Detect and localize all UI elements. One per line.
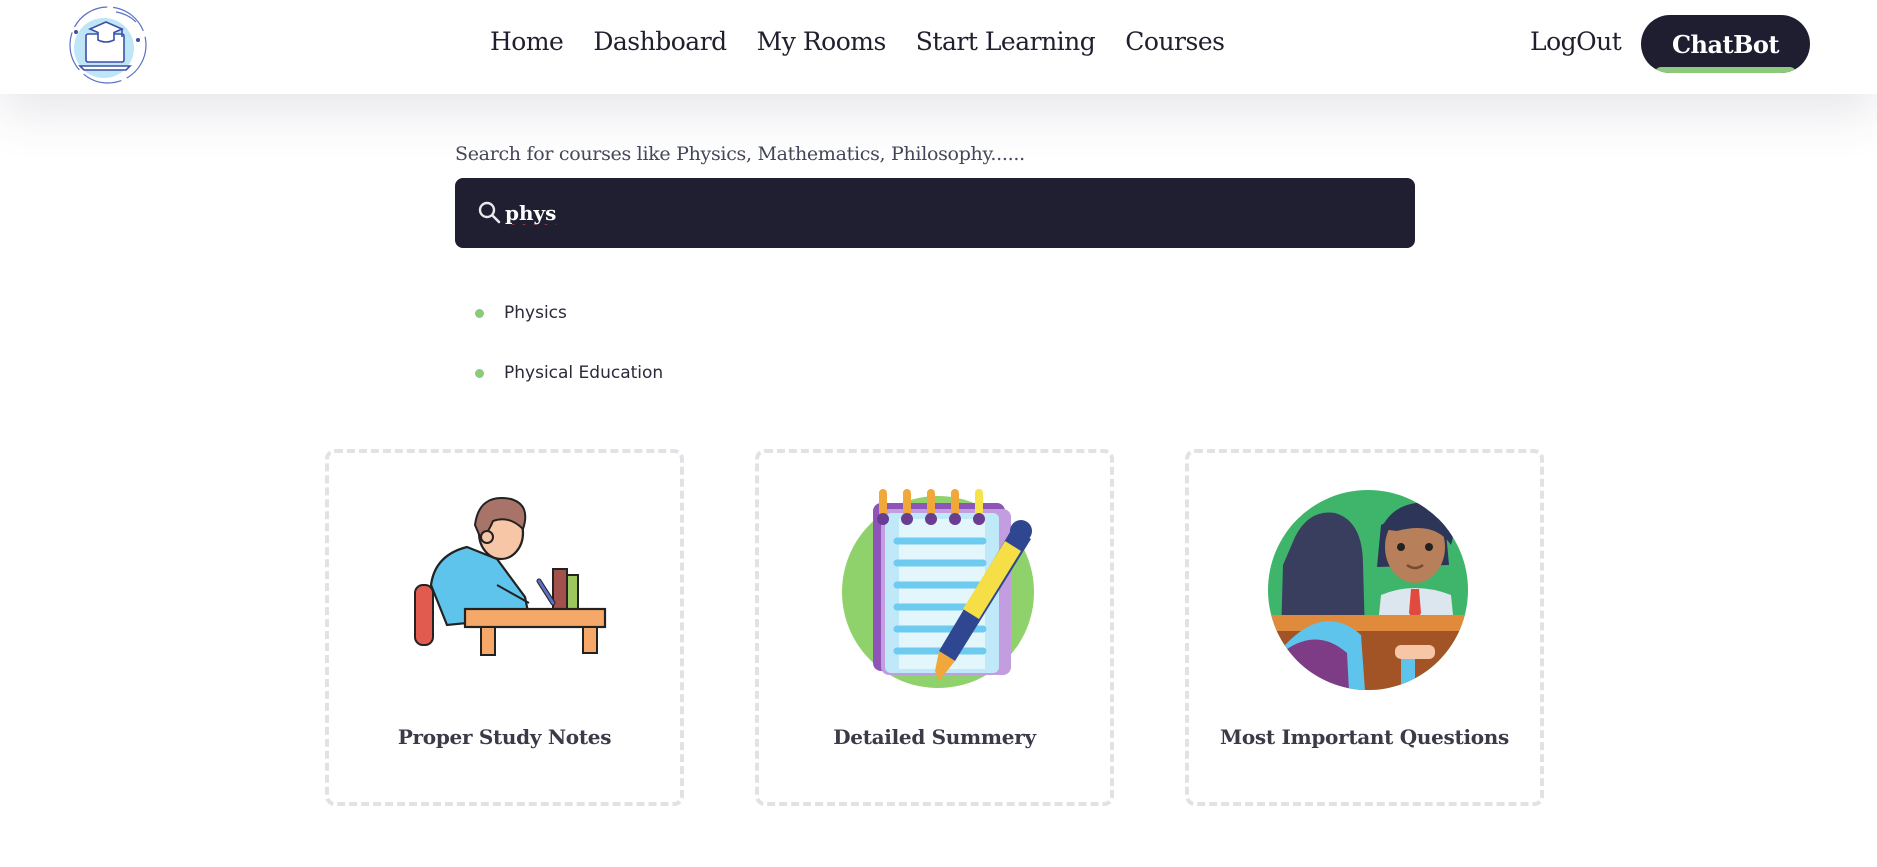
nav-home[interactable]: Home [490,27,564,56]
nav-start-learning[interactable]: Start Learning [916,27,1096,56]
bullet-icon [475,308,484,318]
search-input[interactable] [505,192,1385,234]
card-title: Proper Study Notes [397,725,612,749]
bullet-icon [475,368,484,378]
search-hint: Search for courses like Physics, Mathema… [455,143,1025,165]
feature-card-study-notes[interactable]: Proper Study Notes [325,449,684,806]
nav-dashboard[interactable]: Dashboard [593,27,727,56]
navbar: Home Dashboard My Rooms Start Learning C… [0,0,1877,94]
chatbot-button[interactable]: ChatBot [1641,15,1810,73]
card-title: Most Important Questions [1220,725,1509,749]
card-title: Detailed Summery [833,725,1036,749]
notebook-pen-icon [842,489,1034,688]
nav-courses[interactable]: Courses [1125,27,1225,56]
search-box[interactable] [455,178,1415,248]
feature-card-questions[interactable]: Most Important Questions [1185,449,1544,806]
suggestion-label: Physical Education [504,363,664,383]
nav-my-rooms[interactable]: My Rooms [757,27,887,56]
suggestion-item[interactable]: Physical Education [475,343,663,403]
logo-laptop-graduation-icon[interactable] [66,4,150,86]
search-suggestions: Physics Physical Education [475,283,663,403]
student-studying-icon [414,497,607,656]
suggestion-item[interactable]: Physics [475,283,663,343]
main-nav: Home Dashboard My Rooms Start Learning C… [490,27,1225,56]
logout-link[interactable]: LogOut [1530,27,1622,56]
feature-card-summary[interactable]: Detailed Summery [755,449,1114,806]
suggestion-label: Physics [504,303,567,323]
teacher-student-icon [1268,490,1468,690]
search-icon [478,201,501,224]
